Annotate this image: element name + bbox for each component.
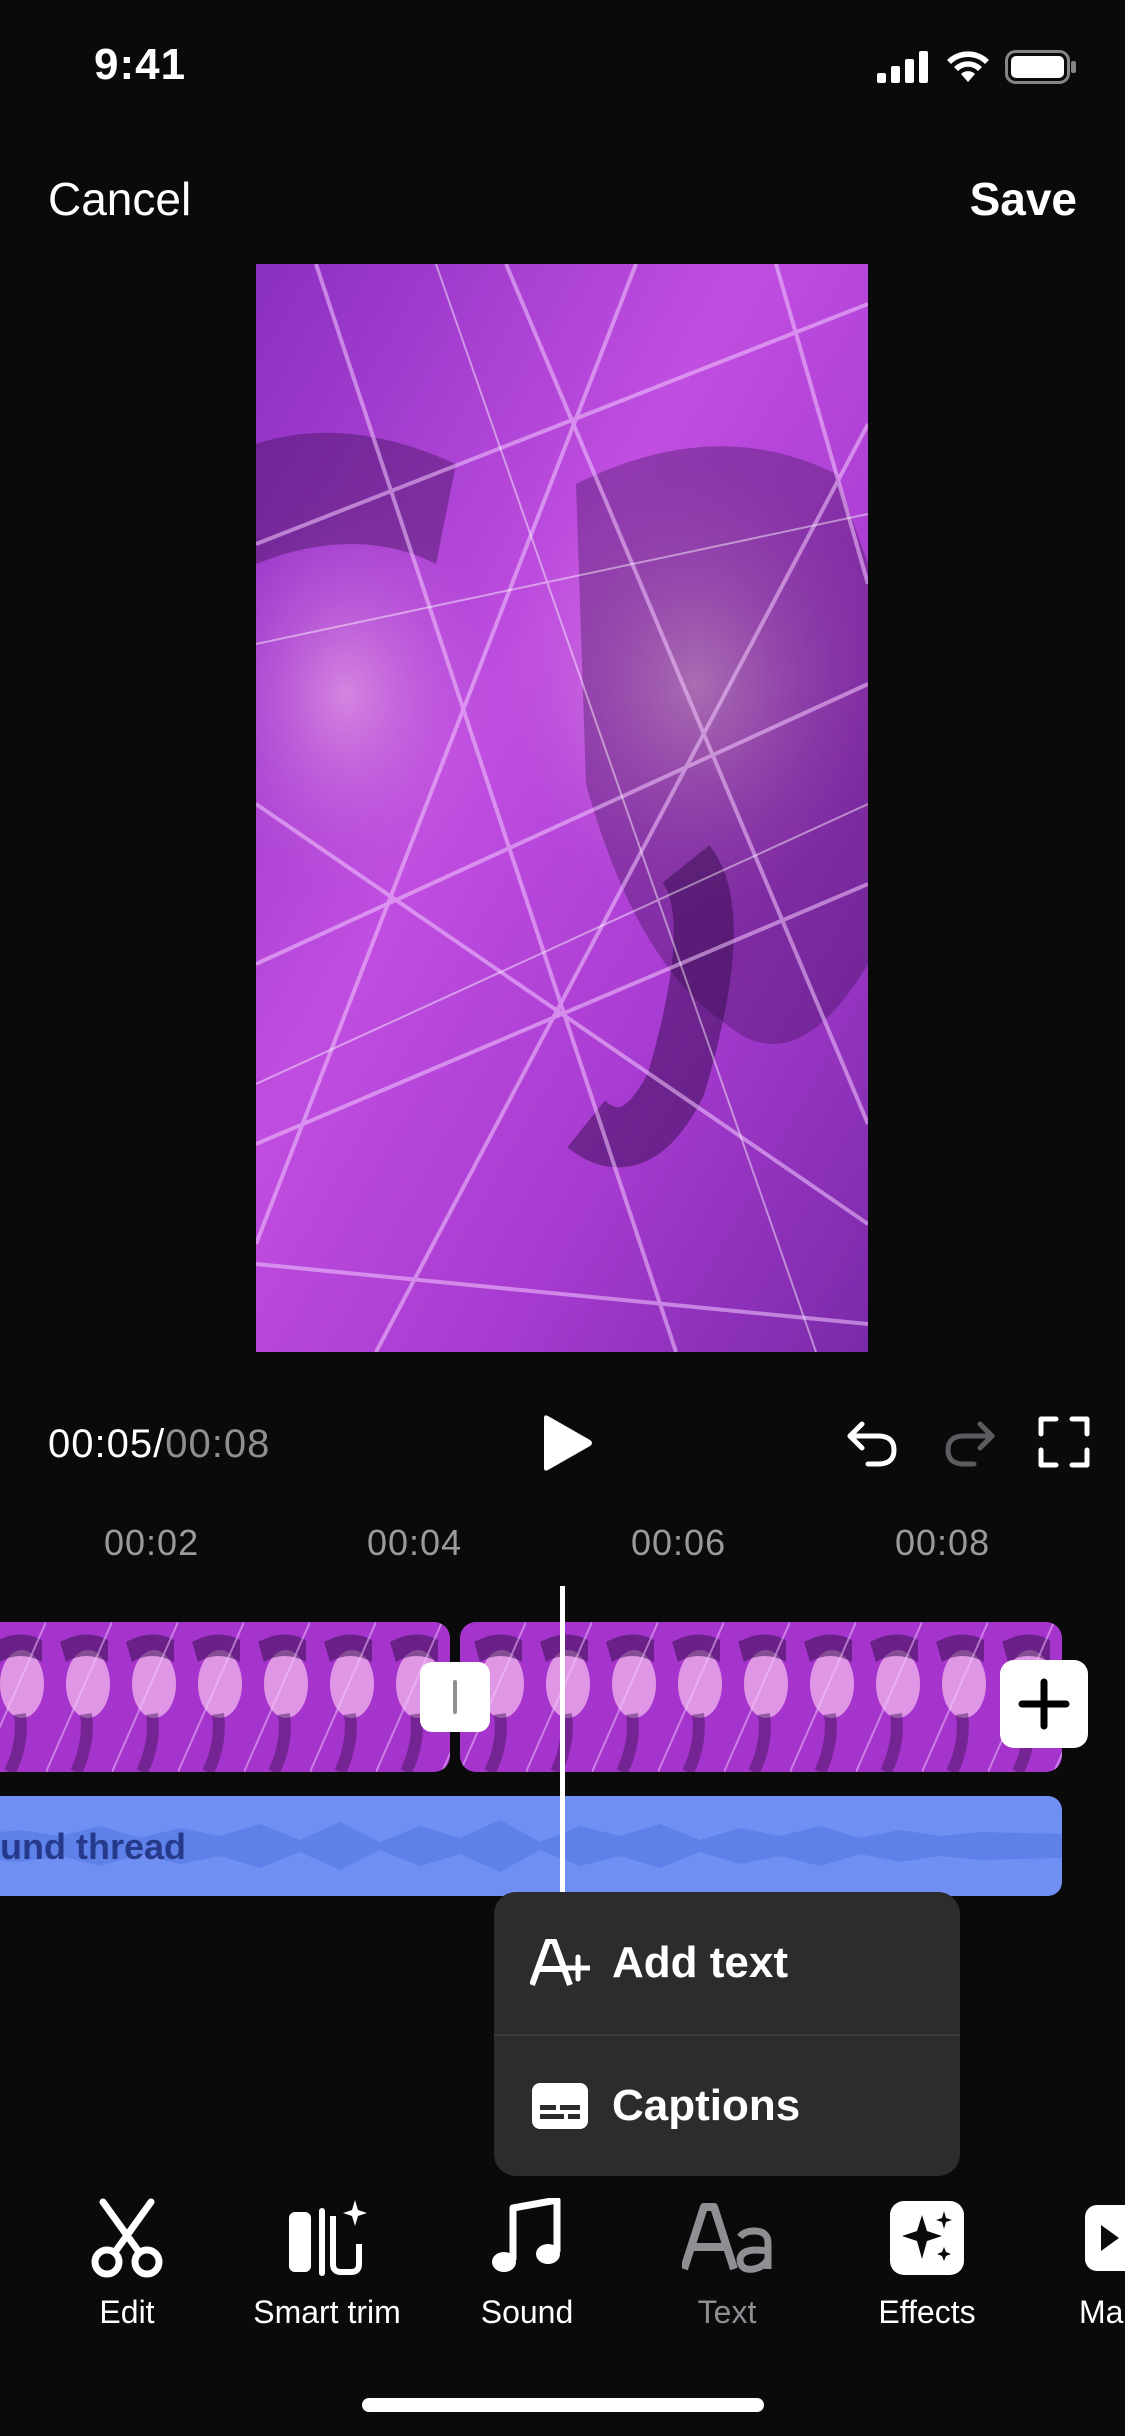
time-separator: /	[153, 1422, 166, 1466]
status-icons	[877, 50, 1077, 84]
play-button[interactable]	[538, 1414, 594, 1477]
menu-item-label: Captions	[612, 2081, 801, 2130]
clip-thumbnails	[460, 1622, 1062, 1772]
tool-text[interactable]: Text	[627, 2196, 827, 2331]
tool-media[interactable]: Ma	[1027, 2196, 1125, 2331]
media-icon	[1027, 2196, 1125, 2280]
tool-label: Edit	[99, 2294, 155, 2330]
redo-icon	[945, 1421, 995, 1467]
wifi-icon	[947, 51, 989, 82]
ruler-tick: 00:06	[631, 1522, 727, 1563]
tool-label: Effects	[878, 2294, 976, 2330]
tool-label: Ma	[1079, 2294, 1124, 2330]
scissors-icon	[27, 2196, 227, 2280]
status-time: 9:41	[94, 40, 187, 89]
tool-edit[interactable]: Edit	[27, 2196, 227, 2331]
undo-icon	[847, 1421, 897, 1467]
battery-icon	[1005, 50, 1076, 84]
sparkles-icon	[827, 2196, 1027, 2280]
redo-button[interactable]	[942, 1416, 998, 1473]
total-time: 00:08	[165, 1422, 271, 1466]
tool-label: Sound	[480, 2294, 574, 2330]
plus-icon	[1018, 1678, 1070, 1730]
tool-label: Text	[697, 2294, 757, 2330]
text-options-popover: Add text Captions	[494, 1892, 960, 2176]
handle-bar	[453, 1680, 457, 1714]
play-icon	[544, 1415, 592, 1471]
add-text-icon	[530, 1933, 590, 1993]
captions-icon	[530, 2076, 590, 2136]
fullscreen-button[interactable]	[1038, 1416, 1090, 1473]
tool-sound[interactable]: Sound	[427, 2196, 627, 2331]
ruler-tick: 00:04	[367, 1522, 463, 1563]
tool-effects[interactable]: Effects	[827, 2196, 1027, 2331]
menu-item-label: Add text	[612, 1938, 788, 1987]
fullscreen-icon	[1038, 1416, 1090, 1468]
tool-smart-trim[interactable]: Smart trim	[227, 2196, 427, 2331]
music-note-icon	[427, 2196, 627, 2280]
menu-item-add-text[interactable]: Add text	[494, 1892, 960, 2034]
signal-icon	[877, 51, 928, 83]
video-preview[interactable]	[256, 264, 868, 1352]
menu-item-captions[interactable]: Captions	[494, 2034, 960, 2176]
video-clip-2[interactable]	[460, 1622, 1062, 1772]
undo-button[interactable]	[844, 1416, 900, 1473]
save-button[interactable]: Save	[970, 172, 1077, 226]
tool-label: Smart trim	[253, 2294, 401, 2330]
audio-track-label: und thread	[0, 1826, 186, 1867]
video-frame	[256, 264, 868, 1352]
add-clip-button[interactable]	[1000, 1660, 1088, 1748]
ruler-tick: 00:02	[104, 1522, 200, 1563]
playhead[interactable]	[560, 1586, 565, 1896]
text-aa-icon	[627, 2196, 827, 2280]
cancel-button[interactable]: Cancel	[48, 172, 191, 226]
current-time: 00:05	[48, 1422, 154, 1466]
smart-trim-icon	[227, 2196, 427, 2280]
ruler-tick: 00:08	[895, 1522, 991, 1563]
clip-transition-handle[interactable]	[420, 1662, 490, 1732]
clip-thumbnails	[0, 1622, 450, 1772]
video-clip-1[interactable]	[0, 1622, 450, 1772]
timecode: 00:05/00:08	[48, 1422, 270, 1467]
home-indicator[interactable]	[362, 2398, 764, 2412]
